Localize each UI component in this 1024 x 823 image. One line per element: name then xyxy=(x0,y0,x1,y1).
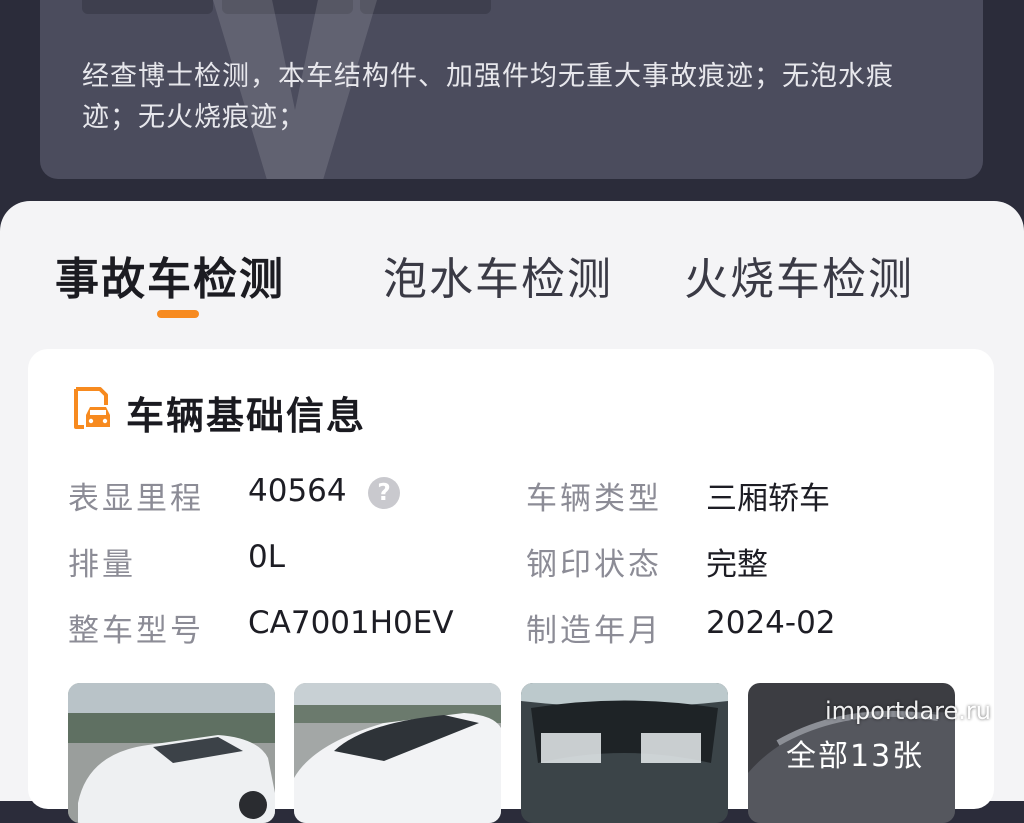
tab-accident-inspection[interactable]: 事故车检测 xyxy=(55,243,285,307)
model-code-value: CA7001H0EV xyxy=(248,605,454,641)
car-photo-thumbnail[interactable] xyxy=(294,683,501,823)
site-watermark: importdare.ru xyxy=(825,697,991,725)
vehicle-basic-info-card: 车辆基础信息 表显里程 40564 ? 车辆类型 三厢轿车 排量 0L 钢印状态… xyxy=(28,349,994,823)
mileage-value: 40564 xyxy=(248,473,347,509)
vin-stamp-status-value: 完整 xyxy=(706,547,768,583)
tab-fire-inspection[interactable]: 火烧车检测 xyxy=(684,243,914,307)
all-photos-count: 全部13张 xyxy=(786,739,925,774)
vehicle-type-value: 三厢轿车 xyxy=(706,481,830,517)
section-title: 车辆基础信息 xyxy=(126,394,367,438)
displacement-label: 排量 xyxy=(68,547,136,583)
manufacture-date-label: 制造年月 xyxy=(526,613,662,649)
manufacture-date-value: 2024-02 xyxy=(706,605,836,641)
car-document-icon xyxy=(74,387,110,429)
inspection-summary-card: 经查博士检测，本车结构件、加强件均无重大事故痕迹；无泡水痕迹；无火烧痕迹； xyxy=(40,0,983,179)
displacement-value: 0L xyxy=(248,539,285,575)
vin-stamp-status-label: 钢印状态 xyxy=(526,547,662,583)
model-code-label: 整车型号 xyxy=(68,613,204,649)
vehicle-type-label: 车辆类型 xyxy=(526,481,662,517)
summary-chip xyxy=(82,0,213,14)
car-photo-thumbnail[interactable] xyxy=(521,683,728,823)
help-icon[interactable]: ? xyxy=(368,477,400,509)
inspection-summary-text: 经查博士检测，本车结构件、加强件均无重大事故痕迹；无泡水痕迹；无火烧痕迹； xyxy=(82,61,894,133)
car-photo-thumbnail[interactable] xyxy=(68,683,275,823)
mileage-label: 表显里程 xyxy=(68,481,204,517)
active-tab-indicator xyxy=(157,310,199,318)
tab-flood-inspection[interactable]: 泡水车检测 xyxy=(383,243,613,307)
